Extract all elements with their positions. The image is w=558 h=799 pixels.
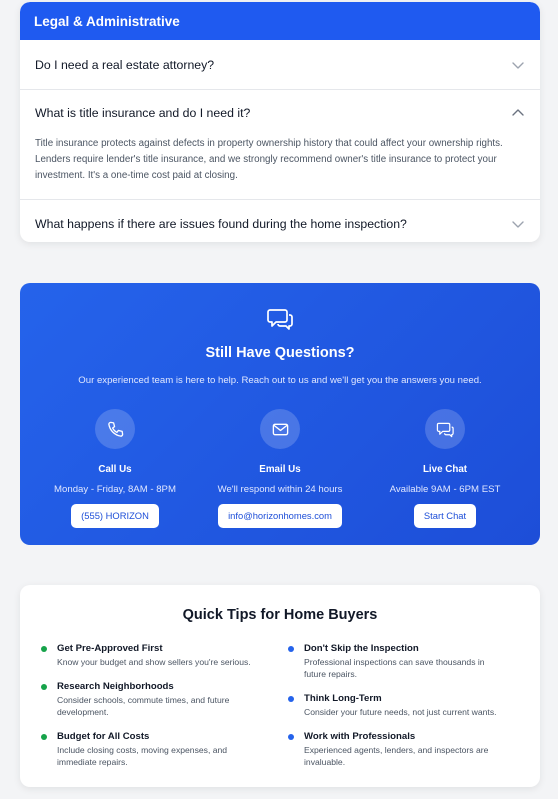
tip-description: Experienced agents, lenders, and inspect… — [304, 745, 489, 767]
contact-call-hours: Monday - Friday, 8AM - 8PM — [54, 484, 176, 495]
contact-chat-title: Live Chat — [422, 464, 468, 475]
chevron-up-icon — [512, 109, 524, 116]
faq-card: Legal & Administrative Do I need a real … — [20, 2, 540, 242]
tip-bullet-icon — [288, 734, 294, 740]
faq-item: What happens if there are issues found d… — [20, 200, 540, 242]
chat-icon — [436, 422, 454, 437]
call-button[interactable]: (555) HORIZON — [71, 504, 159, 528]
tip-title: Get Pre-Approved First — [57, 643, 163, 654]
chat-bubbles-icon — [267, 309, 293, 330]
tip-description: Professional inspections can save thousa… — [304, 657, 485, 679]
tip-item: Don't Skip the Inspection Professional i… — [288, 643, 503, 680]
faq-question-text: Do I need a real estate attorney? — [35, 57, 215, 72]
contact-title: Still Have Questions? — [205, 345, 355, 361]
mail-icon — [272, 423, 288, 435]
start-chat-button[interactable]: Start Chat — [413, 504, 477, 528]
contact-call: Call Us Monday - Friday, 8AM - 8PM (555)… — [30, 409, 200, 528]
chevron-down-icon — [512, 221, 524, 228]
tip-title: Work with Professionals — [304, 731, 416, 742]
tip-item: Think Long-Term Consider your future nee… — [288, 693, 503, 718]
email-button[interactable]: info@horizonhomes.com — [218, 504, 342, 528]
faq-item: Do I need a real estate attorney? — [20, 40, 540, 90]
contact-icon-circle — [425, 409, 465, 449]
quick-tips-title: Quick Tips for Home Buyers — [182, 607, 378, 623]
tip-title: Don't Skip the Inspection — [304, 643, 419, 654]
tip-item: Work with Professionals Experienced agen… — [288, 731, 503, 768]
quick-tips-card: Quick Tips for Home Buyers Get Pre-Appro… — [20, 585, 540, 787]
tip-bullet-icon — [288, 696, 294, 702]
tip-item: Budget for All Costs Include closing cos… — [41, 731, 256, 768]
tip-bullet-icon — [41, 646, 47, 652]
faq-question-toggle[interactable]: Do I need a real estate attorney? — [20, 40, 540, 89]
tip-description: Know your budget and show sellers you're… — [57, 657, 251, 667]
tip-description: Consider schools, commute times, and fut… — [57, 695, 230, 717]
faq-item: What is title insurance and do I need it… — [20, 90, 540, 200]
tip-title: Research Neighborhoods — [57, 681, 174, 692]
contact-icon-circle — [95, 409, 135, 449]
contact-chat-hours: Available 9AM - 6PM EST — [389, 484, 501, 495]
tip-description: Consider your future needs, not just cur… — [304, 707, 497, 717]
faq-answer: Title insurance protects against defects… — [35, 138, 503, 181]
contact-subtitle: Our experienced team is here to help. Re… — [78, 375, 482, 386]
tip-description: Include closing costs, moving expenses, … — [57, 745, 228, 767]
tip-bullet-icon — [288, 646, 294, 652]
tip-bullet-icon — [41, 684, 47, 690]
tip-title: Think Long-Term — [304, 693, 382, 704]
contact-email: Email Us We'll respond within 24 hours i… — [195, 409, 365, 528]
contact-call-title: Call Us — [98, 464, 132, 475]
tip-bullet-icon — [41, 734, 47, 740]
chevron-down-icon — [512, 61, 524, 69]
contact-chat: Live Chat Available 9AM - 6PM EST Start … — [360, 409, 530, 528]
faq-section-title: Legal & Administrative — [20, 2, 540, 40]
tip-item: Get Pre-Approved First Know your budget … — [41, 643, 256, 668]
contact-email-title: Email Us — [259, 464, 301, 475]
faq-question-toggle[interactable]: What happens if there are issues found d… — [20, 200, 540, 242]
contact-email-response: We'll respond within 24 hours — [217, 484, 343, 495]
phone-icon — [107, 421, 123, 437]
faq-question-text: What happens if there are issues found d… — [35, 217, 407, 231]
contact-icon-circle — [260, 409, 300, 449]
tip-item: Research Neighborhoods Consider schools,… — [41, 681, 256, 718]
faq-question-toggle[interactable]: What is title insurance and do I need it… — [20, 90, 540, 136]
tip-title: Budget for All Costs — [57, 731, 150, 742]
contact-panel: Still Have Questions? Our experienced te… — [20, 283, 540, 545]
faq-question-text: What is title insurance and do I need it… — [35, 106, 251, 120]
